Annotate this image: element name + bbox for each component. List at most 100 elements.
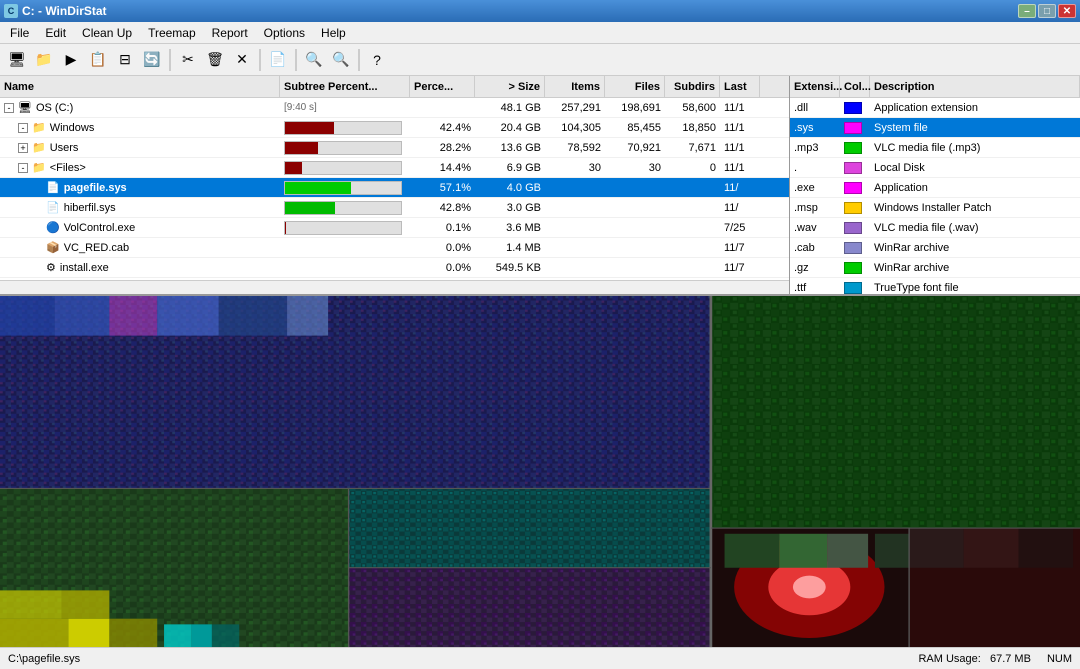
col-header-last[interactable]: Last bbox=[720, 76, 760, 97]
expand-button[interactable]: + bbox=[18, 143, 28, 153]
items-cell bbox=[545, 198, 605, 217]
tree-row[interactable]: ⚙install.exe0.0%549.5 KB11/7 bbox=[0, 258, 789, 278]
status-bar: C:\pagefile.sys RAM Usage: 67.7 MB NUM bbox=[0, 647, 1080, 669]
pct-cell: 42.8% bbox=[410, 198, 475, 217]
toolbar-button-3[interactable]: 📋 bbox=[85, 47, 111, 73]
ext-row[interactable]: .dllApplication extension bbox=[790, 98, 1080, 118]
toolbar-button-1[interactable]: 📁 bbox=[31, 47, 57, 73]
subtree-bar-container bbox=[284, 121, 402, 135]
toolbar-button-14[interactable]: 🔍 bbox=[328, 47, 354, 73]
col-header-subtree[interactable]: Subtree Percent... bbox=[280, 76, 410, 97]
ext-color bbox=[840, 238, 870, 257]
menu-item-clean-up[interactable]: Clean Up bbox=[74, 22, 140, 43]
tree-row[interactable]: 🔵VolControl.exe0.1%3.6 MB7/25 bbox=[0, 218, 789, 238]
treemap-svg bbox=[0, 296, 1080, 647]
col-header-files[interactable]: Files bbox=[605, 76, 665, 97]
files-cell bbox=[605, 238, 665, 257]
last-cell: 11/7 bbox=[720, 258, 760, 277]
toolbar-button-9[interactable]: ✕ bbox=[229, 47, 255, 73]
toolbar-button-2[interactable]: ▶ bbox=[58, 47, 84, 73]
tree-row[interactable]: -📁<Files>14.4%6.9 GB3030011/1 bbox=[0, 158, 789, 178]
ext-desc: VLC media file (.mp3) bbox=[870, 138, 1080, 157]
ext-row[interactable]: .mp3VLC media file (.mp3) bbox=[790, 138, 1080, 158]
toolbar-button-16[interactable]: ? bbox=[364, 47, 390, 73]
file-tree-hscroll[interactable] bbox=[0, 280, 789, 294]
ext-list-body[interactable]: .dllApplication extension.sysSystem file… bbox=[790, 98, 1080, 294]
ext-row[interactable]: .ttfTrueType font file bbox=[790, 278, 1080, 294]
last-cell: 7/25 bbox=[720, 218, 760, 237]
expand-button[interactable]: - bbox=[4, 103, 14, 113]
ext-row[interactable]: .exeApplication bbox=[790, 178, 1080, 198]
menu-item-report[interactable]: Report bbox=[204, 22, 256, 43]
ext-desc: TrueType font file bbox=[870, 278, 1080, 294]
subdirs-cell: 58,600 bbox=[665, 98, 720, 117]
ext-row[interactable]: .gzWinRar archive bbox=[790, 258, 1080, 278]
ext-row[interactable]: .mspWindows Installer Patch bbox=[790, 198, 1080, 218]
menu-item-options[interactable]: Options bbox=[256, 22, 313, 43]
menu-item-help[interactable]: Help bbox=[313, 22, 354, 43]
status-right: RAM Usage: 67.7 MB NUM bbox=[918, 653, 1072, 665]
size-cell: 3.0 GB bbox=[475, 198, 545, 217]
ext-row[interactable]: .cabWinRar archive bbox=[790, 238, 1080, 258]
toolbar-button-11[interactable]: 📄 bbox=[265, 47, 291, 73]
maximize-button[interactable]: □ bbox=[1038, 4, 1056, 18]
color-square bbox=[844, 262, 862, 274]
ext-col-header-ext[interactable]: Extensi... bbox=[790, 76, 840, 97]
color-square bbox=[844, 222, 862, 234]
subdirs-cell: 0 bbox=[665, 158, 720, 177]
ext-name: .exe bbox=[790, 178, 840, 197]
ext-name: . bbox=[790, 158, 840, 177]
file-tree: Name Subtree Percent... Perce... > Size … bbox=[0, 76, 790, 294]
tree-row[interactable]: -🖥OS (C:)[9:40 s]48.1 GB257,291198,69158… bbox=[0, 98, 789, 118]
col-header-items[interactable]: Items bbox=[545, 76, 605, 97]
file-icon: 🔵 bbox=[46, 221, 60, 234]
items-cell: 78,592 bbox=[545, 138, 605, 157]
expand-button[interactable]: - bbox=[18, 163, 28, 173]
col-header-pct[interactable]: Perce... bbox=[410, 76, 475, 97]
expand-button[interactable]: - bbox=[18, 123, 28, 133]
tree-row[interactable]: 📄hiberfil.sys42.8%3.0 GB11/ bbox=[0, 198, 789, 218]
files-cell bbox=[605, 198, 665, 217]
toolbar-button-8[interactable]: 🗑 bbox=[202, 47, 228, 73]
file-icon: 📁 bbox=[32, 161, 46, 174]
toolbar-button-4[interactable]: ⊟ bbox=[112, 47, 138, 73]
tree-row[interactable]: -📁Windows42.4%20.4 GB104,30585,45518,850… bbox=[0, 118, 789, 138]
file-tree-body[interactable]: -🖥OS (C:)[9:40 s]48.1 GB257,291198,69158… bbox=[0, 98, 789, 280]
ext-row[interactable]: .Local Disk bbox=[790, 158, 1080, 178]
subtree-bar-container bbox=[284, 221, 402, 235]
toolbar-button-5[interactable]: 🔄 bbox=[139, 47, 165, 73]
ext-name: .msp bbox=[790, 198, 840, 217]
toolbar-button-13[interactable]: 🔍 bbox=[301, 47, 327, 73]
menu-item-edit[interactable]: Edit bbox=[37, 22, 74, 43]
subdirs-cell: 7,671 bbox=[665, 138, 720, 157]
menu-item-file[interactable]: File bbox=[2, 22, 37, 43]
treemap-area[interactable] bbox=[0, 296, 1080, 647]
size-cell: 549.5 KB bbox=[475, 258, 545, 277]
ext-row[interactable]: .sysSystem file bbox=[790, 118, 1080, 138]
ext-desc: Application extension bbox=[870, 98, 1080, 117]
tree-row[interactable]: 📄pagefile.sys57.1%4.0 GB11/ bbox=[0, 178, 789, 198]
ext-col-header-desc[interactable]: Description bbox=[870, 76, 1080, 97]
col-header-name[interactable]: Name bbox=[0, 76, 280, 97]
last-cell: 11/1 bbox=[720, 118, 760, 137]
close-button[interactable]: ✕ bbox=[1058, 4, 1076, 18]
ext-row[interactable]: .wavVLC media file (.wav) bbox=[790, 218, 1080, 238]
tree-row[interactable]: +📁Users28.2%13.6 GB78,59270,9217,67111/1 bbox=[0, 138, 789, 158]
minimize-button[interactable]: – bbox=[1018, 4, 1036, 18]
file-icon: 📦 bbox=[46, 241, 60, 254]
col-header-size[interactable]: > Size bbox=[475, 76, 545, 97]
toolbar-button-7[interactable]: ✂ bbox=[175, 47, 201, 73]
file-icon: 📄 bbox=[46, 181, 60, 194]
ram-label: RAM Usage: 67.7 MB bbox=[918, 653, 1031, 665]
subtree-bar-fill bbox=[285, 142, 318, 154]
menu-item-treemap[interactable]: Treemap bbox=[140, 22, 204, 43]
ext-col-header-col[interactable]: Col... bbox=[840, 76, 870, 97]
col-header-subdirs[interactable]: Subdirs bbox=[665, 76, 720, 97]
size-cell: 4.0 GB bbox=[475, 178, 545, 197]
subtree-bar-container bbox=[284, 181, 402, 195]
size-cell: 13.6 GB bbox=[475, 138, 545, 157]
toolbar-button-0[interactable]: 🖥 bbox=[4, 47, 30, 73]
ext-color bbox=[840, 178, 870, 197]
tree-row[interactable]: 📦VC_RED.cab0.0%1.4 MB11/7 bbox=[0, 238, 789, 258]
file-tree-header: Name Subtree Percent... Perce... > Size … bbox=[0, 76, 789, 98]
